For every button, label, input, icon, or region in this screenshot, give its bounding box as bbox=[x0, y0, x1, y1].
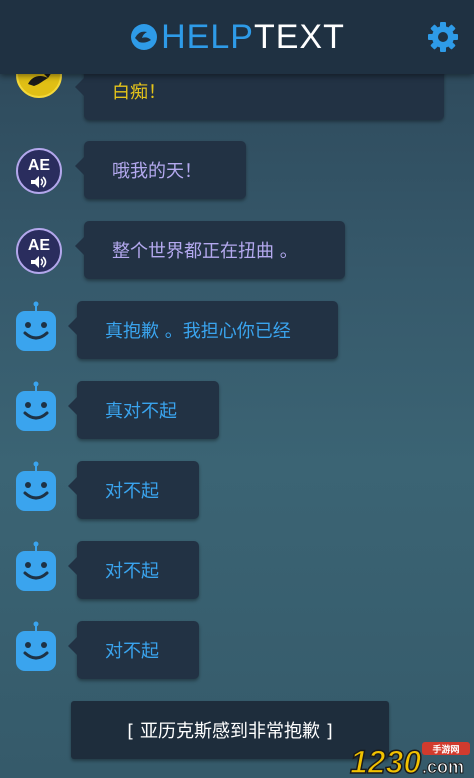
message-text: 对不起 bbox=[105, 481, 159, 502]
watermark-logo: 手游网 1230 .com bbox=[349, 742, 470, 778]
message-text: 对不起 bbox=[105, 641, 159, 662]
ae-avatar: AE bbox=[16, 148, 62, 194]
message-bubble: 对不起 bbox=[68, 541, 199, 599]
speaker-icon bbox=[31, 176, 47, 188]
robot-avatar-icon bbox=[16, 461, 56, 511]
message-bubble: 对不起 bbox=[68, 621, 199, 679]
message-text: 对不起 bbox=[105, 561, 159, 582]
app-logo: HELPTEXT bbox=[0, 14, 474, 60]
message-bubble: 真抱歉 。我担心你已经 bbox=[68, 301, 338, 359]
message-text: 哦我的天！ bbox=[112, 161, 202, 182]
message-text: 真对不起 bbox=[105, 401, 177, 422]
message-text: 真抱歉 。我担心你已经 bbox=[105, 321, 291, 342]
message-bubble: 哦我的天！ bbox=[75, 141, 246, 199]
message-bubble: 对不起 bbox=[68, 461, 199, 519]
message-bubble: 真对不起 bbox=[68, 381, 219, 439]
robot-avatar-icon bbox=[16, 621, 56, 671]
svg-text:手游网: 手游网 bbox=[432, 744, 459, 756]
message-bubble: 整个世界都正在扭曲 。 bbox=[75, 221, 345, 279]
svg-text:.com: .com bbox=[422, 757, 464, 777]
robot-avatar-icon bbox=[16, 381, 56, 431]
ae-avatar: AE bbox=[16, 228, 62, 274]
helptext-logo-icon bbox=[131, 24, 158, 50]
logo-text-help: HELP bbox=[161, 18, 254, 56]
robot-avatar-icon bbox=[16, 301, 56, 351]
app-header: HELPTEXT bbox=[0, 0, 474, 74]
system-message: [ 亚历克斯感到非常抱歉 ] bbox=[71, 701, 389, 759]
message-text: 白痴！ bbox=[112, 82, 166, 103]
speaker-icon bbox=[31, 256, 47, 268]
message-text: 整个世界都正在扭曲 。 bbox=[112, 241, 298, 262]
gear-icon[interactable] bbox=[426, 20, 460, 54]
logo-text-text: TEXT bbox=[253, 18, 345, 56]
svg-text:1230: 1230 bbox=[350, 744, 421, 778]
robot-avatar-icon bbox=[16, 541, 56, 591]
system-message-text: [ 亚历克斯感到非常抱歉 ] bbox=[127, 721, 333, 742]
